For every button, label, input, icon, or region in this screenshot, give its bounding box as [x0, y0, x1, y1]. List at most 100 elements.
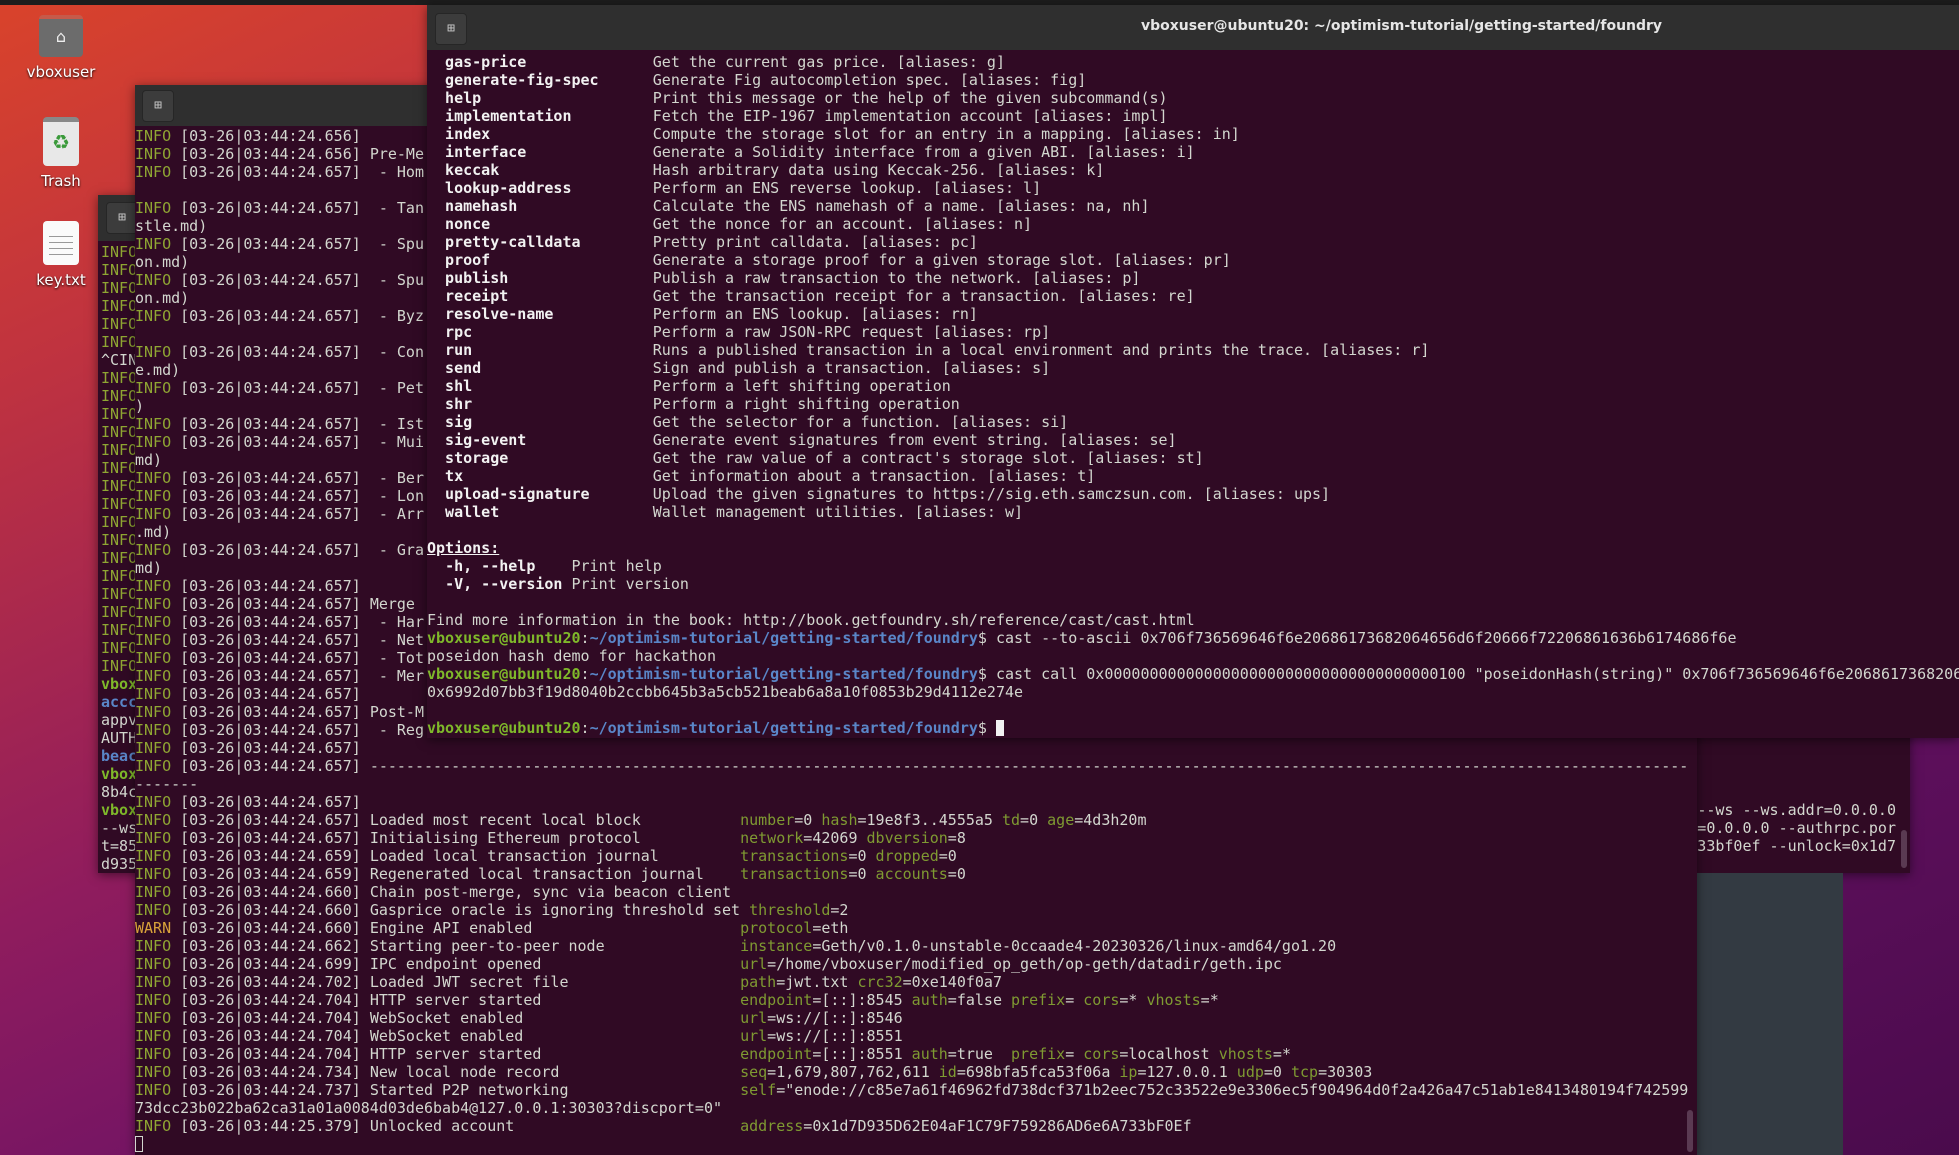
- terminal-line: -V, --version Print version: [427, 575, 1959, 593]
- terminal-line: r=0.0.0.0 --authrpc.por: [1688, 819, 1896, 837]
- line-text: INFO: [101, 315, 138, 333]
- log-timestamp: [03-26|03:44:24.657]: [171, 541, 370, 559]
- log-value: =42069: [803, 829, 858, 847]
- log-key: seq: [740, 1063, 768, 1081]
- command-name: namehash: [427, 197, 653, 215]
- prompt-user: vboxuser@ubuntu20: [427, 665, 581, 683]
- log-line: INFO [03-26|03:44:24.657] Loaded most re…: [135, 811, 1697, 829]
- log-line: [135, 1135, 1697, 1153]
- log-message: Initialising Ethereum protocol: [369, 829, 741, 847]
- terminal-output[interactable]: gas-price Get the current gas price. [al…: [427, 53, 1959, 737]
- command-name: resolve-name: [427, 305, 653, 323]
- log-value: =0: [938, 847, 957, 865]
- log-message: Unlocked account: [369, 1117, 741, 1135]
- log-timestamp: [03-26|03:44:24.657]: [171, 199, 370, 217]
- log-value: =0: [1263, 1063, 1282, 1081]
- separator: [857, 829, 866, 847]
- log-level: INFO: [135, 1027, 172, 1045]
- cursor: [995, 720, 1004, 736]
- command-description: Sign and publish a transaction. [aliases…: [652, 359, 1051, 377]
- command-description: Perform an ENS lookup. [aliases: rn]: [652, 305, 978, 323]
- new-tab-button[interactable]: ⊞: [142, 90, 174, 122]
- option-flag: -h, --help: [445, 557, 572, 575]
- log-value: =jwt.txt: [776, 973, 849, 991]
- terminal-line: keccak Hash arbitrary data using Keccak-…: [427, 161, 1959, 179]
- terminal-line: help Print this message or the help of t…: [427, 89, 1959, 107]
- log-level: INFO: [135, 469, 172, 487]
- line-text: INFO: [101, 333, 138, 351]
- log-level: INFO: [135, 1117, 172, 1135]
- log-message: - Byz: [369, 307, 424, 325]
- log-key: hash: [821, 811, 858, 829]
- prompt-dollar: $: [977, 665, 996, 683]
- command-description: Get information about a transaction. [al…: [652, 467, 1096, 485]
- new-tab-button[interactable]: ⊞: [435, 13, 467, 45]
- new-tab-icon: ⊞: [118, 210, 126, 225]
- command-name: lookup-address: [427, 179, 653, 197]
- command-description: Wallet management utilities. [aliases: w…: [652, 503, 1024, 521]
- log-timestamp: [03-26|03:44:24.699]: [171, 955, 370, 973]
- prompt-path: ~/optimism-tutorial/getting-started/foun…: [589, 629, 978, 647]
- terminal-line: implementation Fetch the EIP-1967 implem…: [427, 107, 1959, 125]
- log-line: WARN [03-26|03:44:24.660] Engine API ena…: [135, 919, 1697, 937]
- log-level: INFO: [135, 1009, 172, 1027]
- log-level: INFO: [135, 937, 172, 955]
- prompt-colon: :: [580, 629, 590, 647]
- log-line: INFO [03-26|03:44:24.704] WebSocket enab…: [135, 1027, 1697, 1045]
- new-tab-button[interactable]: ⊞: [106, 202, 138, 234]
- log-value: =4d3h20m: [1074, 811, 1147, 829]
- log-message: Loaded most recent local block: [369, 811, 741, 829]
- scrollbar[interactable]: [1901, 830, 1907, 868]
- log-message: - Har: [369, 613, 424, 631]
- log-message: Started P2P networking: [369, 1081, 741, 1099]
- separator: [903, 1045, 912, 1063]
- command-description: Print this message or the help of the gi…: [652, 89, 1168, 107]
- log-timestamp: [03-26|03:44:24.657]: [171, 505, 370, 523]
- log-level: INFO: [135, 577, 172, 595]
- line-text: INFO: [101, 621, 138, 639]
- scrollbar[interactable]: [1687, 1110, 1693, 1152]
- separator: [1074, 991, 1083, 1009]
- log-level: INFO: [135, 793, 172, 811]
- desktop-icon-home[interactable]: ⌂ vboxuser: [6, 15, 116, 81]
- command-name: proof: [427, 251, 653, 269]
- line-text: accc: [101, 693, 138, 711]
- command-description: Perform a left shifting operation: [652, 377, 951, 395]
- log-timestamp: [03-26|03:44:24.657]: [171, 235, 370, 253]
- title-bar: ⊞ vboxuser@ubuntu20: ~/optimism-tutorial…: [427, 5, 1959, 50]
- command-name: receipt: [427, 287, 653, 305]
- log-level: INFO: [135, 757, 172, 775]
- log-level: INFO: [135, 163, 172, 181]
- log-timestamp: [03-26|03:44:24.704]: [171, 1045, 370, 1063]
- log-key: auth: [911, 1045, 948, 1063]
- prompt-user: vboxuser@ubuntu20: [427, 629, 581, 647]
- log-level: INFO: [135, 1063, 172, 1081]
- line-text: INFO: [101, 477, 138, 495]
- log-message: Regenerated local transaction journal: [369, 865, 741, 883]
- log-message: Starting peer-to-peer node: [369, 937, 741, 955]
- log-timestamp: [03-26|03:44:24.657]: [171, 757, 370, 775]
- terminal-line: wallet Wallet management utilities. [ali…: [427, 503, 1959, 521]
- desktop-icon-trash[interactable]: ♻ Trash: [6, 117, 116, 190]
- command-description: Get the current gas price. [aliases: g]: [652, 53, 1005, 71]
- log-timestamp: [03-26|03:44:24.657]: [171, 721, 370, 739]
- log-level: INFO: [135, 595, 172, 613]
- log-key: url: [740, 1009, 768, 1027]
- terminal-line: poseidon hash demo for hackathon: [427, 647, 1959, 665]
- terminal-line: sig-event Generate event signatures from…: [427, 431, 1959, 449]
- log-line: INFO [03-26|03:44:24.659] Loaded local t…: [135, 847, 1697, 865]
- log-level: INFO: [135, 379, 172, 397]
- log-line: INFO [03-26|03:44:24.662] Starting peer-…: [135, 937, 1697, 955]
- log-message: IPC endpoint opened: [369, 955, 741, 973]
- terminal-line: index Compute the storage slot for an en…: [427, 125, 1959, 143]
- log-level: INFO: [135, 505, 172, 523]
- command-name: wallet: [427, 503, 653, 521]
- command-description: Get the nonce for an account. [aliases: …: [652, 215, 1033, 233]
- log-value: =*: [1119, 991, 1138, 1009]
- terminal-window-cast[interactable]: ⊞ vboxuser@ubuntu20: ~/optimism-tutorial…: [427, 5, 1959, 738]
- line-text: ): [135, 397, 145, 415]
